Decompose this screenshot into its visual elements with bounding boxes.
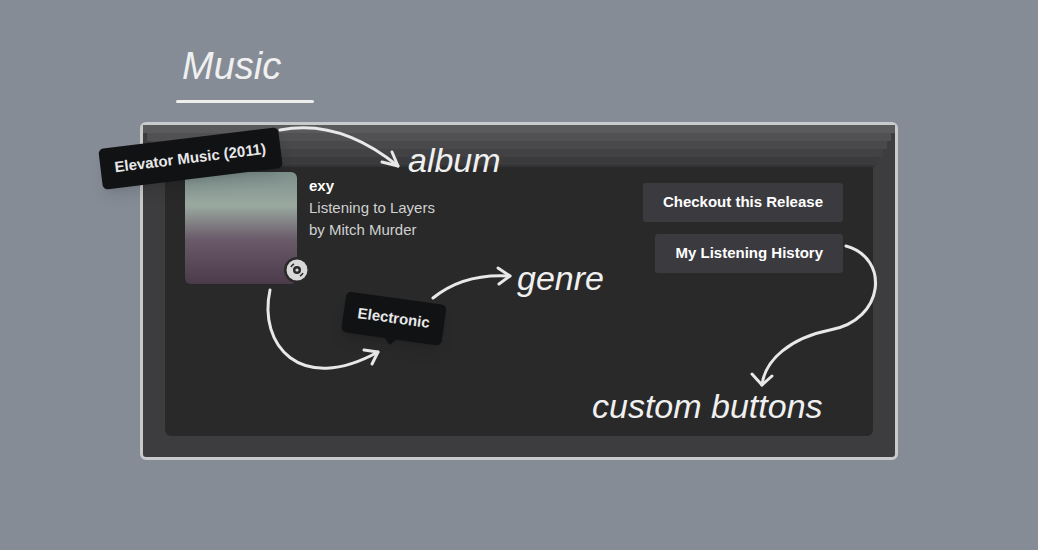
- disc-icon: [283, 256, 311, 284]
- album-art[interactable]: [185, 172, 297, 284]
- page-title: Music: [182, 44, 1038, 88]
- album-annotation: album: [408, 140, 501, 180]
- custom-button[interactable]: Checkout this Release: [643, 183, 843, 222]
- activity-details: Listening to Layers: [309, 197, 435, 219]
- custom-button[interactable]: My Listening History: [655, 234, 843, 273]
- buttons-annotation: custom buttons: [592, 386, 823, 426]
- page: MusicexyListening to Layersby Mitch Murd…: [0, 0, 1038, 550]
- activity-state: by Mitch Murder: [309, 219, 435, 241]
- genre-annotation: genre: [517, 258, 604, 298]
- title-underline: [176, 100, 314, 103]
